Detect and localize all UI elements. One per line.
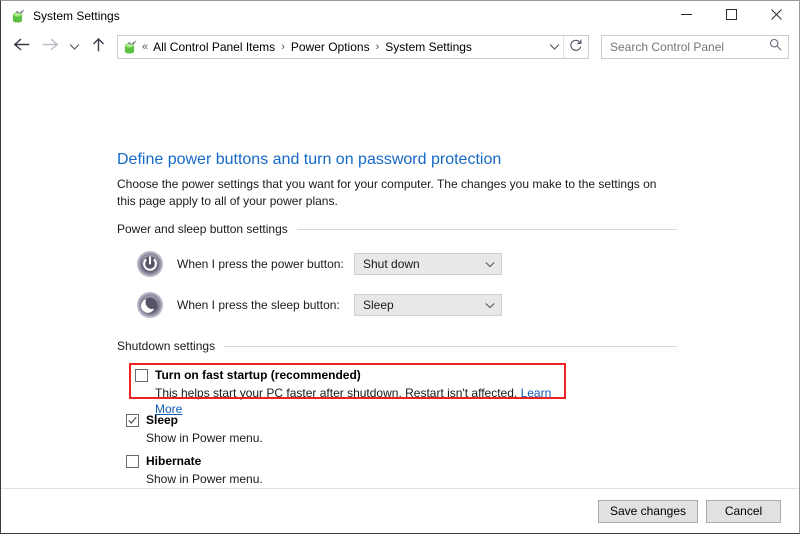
- breadcrumb: « All Control Panel Items › Power Option…: [141, 38, 545, 56]
- control-panel-power-icon: [10, 8, 26, 24]
- shutdown-section-heading: Shutdown settings: [117, 339, 677, 353]
- content-area: Define power buttons and turn on passwor…: [1, 63, 799, 488]
- power-section-heading: Power and sleep button settings: [117, 222, 677, 236]
- maximize-icon: [726, 7, 737, 25]
- power-button-label: When I press the power button:: [177, 257, 344, 271]
- breadcrumb-item-all-control-panel-items[interactable]: All Control Panel Items: [151, 38, 277, 56]
- close-icon: [771, 7, 782, 25]
- page-description: Choose the power settings that you want …: [117, 177, 657, 208]
- shutdown-section-heading-label: Shutdown settings: [117, 339, 216, 353]
- power-rows: When I press the power button: Shut down: [117, 249, 677, 320]
- navigation-bar: « All Control Panel Items › Power Option…: [1, 31, 799, 63]
- address-bar[interactable]: « All Control Panel Items › Power Option…: [117, 35, 589, 59]
- back-button[interactable]: [9, 35, 33, 59]
- forward-button: [38, 35, 62, 59]
- chevron-down-icon: [483, 302, 497, 309]
- sleep-option-description: Show in Power menu.: [146, 431, 263, 445]
- recent-locations-button[interactable]: [64, 35, 84, 59]
- address-dropdown-button[interactable]: [545, 36, 563, 58]
- sleep-option-group: Sleep Show in Power menu.: [117, 412, 677, 446]
- arrow-up-icon: [91, 37, 106, 57]
- shutdown-settings-section: Shutdown settings: [117, 339, 677, 353]
- search-box[interactable]: [601, 35, 789, 59]
- save-changes-button[interactable]: Save changes: [597, 499, 698, 523]
- maximize-button[interactable]: [709, 1, 754, 31]
- page-title: Define power buttons and turn on passwor…: [117, 151, 502, 168]
- sleep-button-icon: [136, 291, 164, 319]
- sleep-button-action-select[interactable]: Sleep: [354, 294, 502, 316]
- breadcrumb-overflow-chevron[interactable]: «: [141, 39, 151, 55]
- power-and-sleep-section: Power and sleep button settings When I p…: [117, 222, 677, 320]
- section-divider: [296, 228, 677, 230]
- title-bar: System Settings: [1, 1, 799, 31]
- dialog-footer: Save changes Cancel: [1, 488, 799, 533]
- close-button[interactable]: [754, 1, 799, 31]
- window-title: System Settings: [33, 9, 120, 23]
- minimize-icon: [681, 7, 692, 25]
- chevron-down-icon: [549, 38, 560, 56]
- sleep-option-row[interactable]: Sleep: [117, 412, 677, 428]
- sleep-option-label: Sleep: [146, 413, 179, 427]
- shutdown-options-list: Sleep Show in Power menu. Hibernate Show…: [117, 403, 677, 488]
- hibernate-option-label: Hibernate: [146, 454, 202, 468]
- sleep-checkbox[interactable]: [126, 414, 139, 427]
- power-section-heading-label: Power and sleep button settings: [117, 222, 288, 236]
- sleep-button-row: When I press the sleep button: Sleep: [117, 290, 677, 320]
- refresh-button[interactable]: [563, 36, 588, 58]
- hibernate-option-description: Show in Power menu.: [146, 472, 263, 486]
- breadcrumb-item-power-options[interactable]: Power Options: [289, 38, 372, 56]
- control-panel-power-icon: [122, 39, 138, 55]
- power-button-row: When I press the power button: Shut down: [117, 249, 677, 279]
- breadcrumb-item-system-settings[interactable]: System Settings: [383, 38, 474, 56]
- fast-startup-checkbox[interactable]: [135, 369, 148, 382]
- arrow-right-icon: [42, 37, 59, 57]
- section-divider: [224, 345, 677, 347]
- cancel-button[interactable]: Cancel: [706, 499, 781, 523]
- sleep-button-action-value: Sleep: [363, 298, 394, 312]
- search-input[interactable]: [610, 40, 769, 54]
- fast-startup-label: Turn on fast startup (recommended): [155, 368, 361, 382]
- chevron-down-icon: [69, 38, 80, 56]
- chevron-right-icon[interactable]: ›: [277, 39, 289, 55]
- fast-startup-description-text: This helps start your PC faster after sh…: [155, 386, 518, 400]
- sleep-button-label: When I press the sleep button:: [177, 298, 340, 312]
- power-button-icon: [136, 250, 164, 278]
- hibernate-checkbox[interactable]: [126, 455, 139, 468]
- up-button[interactable]: [86, 35, 110, 59]
- hibernate-option-group: Hibernate Show in Power menu.: [117, 453, 677, 487]
- chevron-down-icon: [483, 261, 497, 268]
- power-button-action-value: Shut down: [363, 257, 420, 271]
- chevron-right-icon[interactable]: ›: [372, 39, 384, 55]
- minimize-button[interactable]: [664, 1, 709, 31]
- search-icon[interactable]: [769, 38, 782, 56]
- system-settings-window: System Settings « All Control Panel Item…: [0, 0, 800, 534]
- window-controls: [664, 1, 799, 31]
- refresh-icon: [569, 38, 583, 57]
- hibernate-option-row[interactable]: Hibernate: [117, 453, 677, 469]
- arrow-left-icon: [13, 37, 30, 57]
- fast-startup-checkbox-row[interactable]: Turn on fast startup (recommended): [135, 367, 565, 383]
- power-button-action-select[interactable]: Shut down: [354, 253, 502, 275]
